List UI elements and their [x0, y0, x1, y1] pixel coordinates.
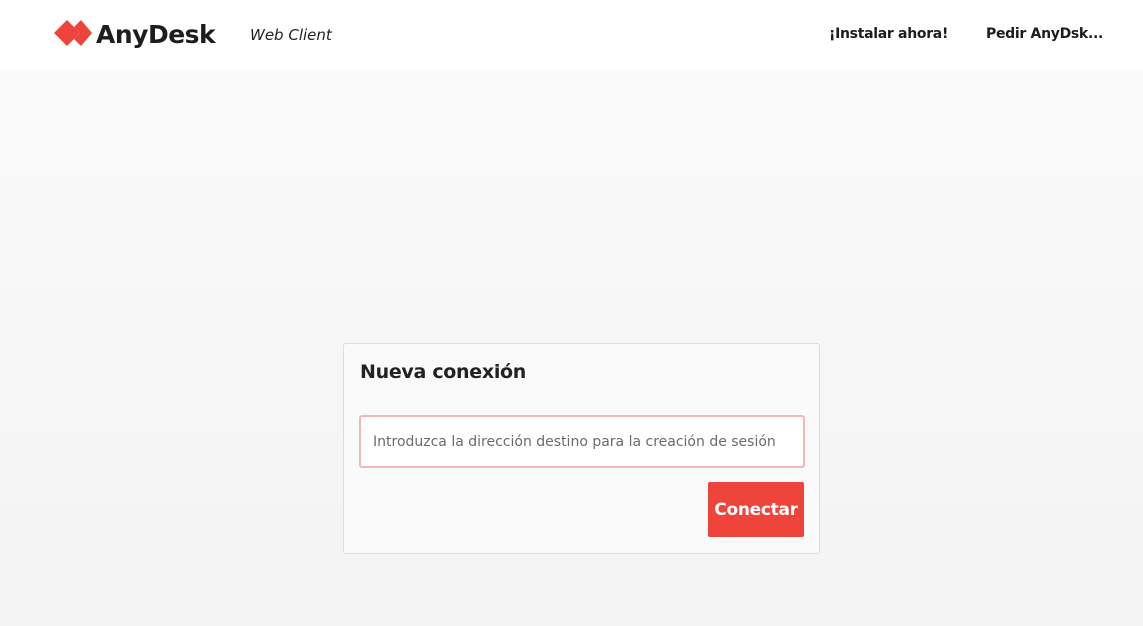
order-anydesk-link[interactable]: Pedir AnyDsk... [986, 24, 1103, 44]
install-now-link[interactable]: ¡Instalar ahora! [829, 24, 948, 44]
anydesk-diamond-logo-icon [54, 20, 92, 46]
top-header: AnyDesk Web Client ¡Instalar ahora! Pedi… [0, 0, 1143, 70]
anydesk-logo[interactable]: AnyDesk [54, 20, 216, 50]
new-connection-title: Nueva conexión [360, 361, 527, 383]
web-client-subtitle: Web Client [250, 26, 332, 44]
remote-address-input[interactable] [359, 415, 805, 468]
new-connection-card: Nueva conexión Conectar [343, 343, 820, 554]
connect-button[interactable]: Conectar [708, 482, 804, 537]
brand-name: AnyDesk [96, 20, 216, 49]
